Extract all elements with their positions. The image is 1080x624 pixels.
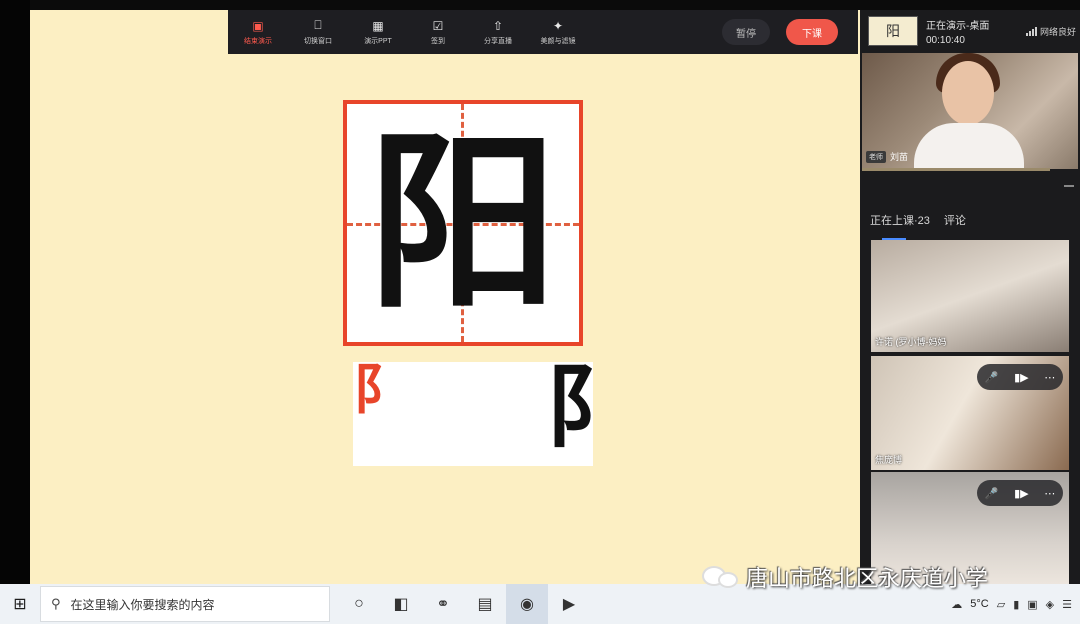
share-icon: ⇧	[492, 18, 504, 33]
main-character: 阳	[367, 111, 558, 334]
presenting-status: 阳 正在演示-桌面 00:10:40 网络良好	[868, 14, 1076, 48]
browser-icon[interactable]: ⚭	[422, 584, 464, 624]
share-live-button[interactable]: ⇧ 分享直播	[468, 19, 528, 46]
sparkle-icon: ✦	[552, 18, 564, 33]
radical-card: 阝 阝	[353, 357, 635, 466]
tab-comments[interactable]: 评论	[944, 212, 966, 234]
tab-in-class[interactable]: 正在上课·23	[870, 212, 930, 240]
student-video[interactable]: 许诺 (罗小博-妈妈	[871, 240, 1069, 352]
more-icon[interactable]: ⋯	[1044, 371, 1055, 384]
live-toolbar: ▣ 结束演示 ⎕ 切换窗口 ▦ 演示PPT ☑ 签到 ⇧ 分享直播 ✦ 美颜与滤…	[228, 10, 858, 54]
more-icon[interactable]: ⋯	[1044, 487, 1055, 500]
temperature: 5°C	[970, 598, 989, 610]
task-view-icon[interactable]: ○	[338, 584, 380, 624]
teacher-tag: 老师 刘苗	[866, 150, 908, 163]
network-status: 网络良好	[1025, 25, 1076, 38]
student-controls: 🎤 ▮▶ ⋯	[977, 364, 1063, 390]
weather-icon[interactable]: ☁	[951, 598, 962, 611]
switch-window-icon: ⎕	[314, 18, 322, 32]
wifi-icon[interactable]: ☰	[1062, 598, 1072, 611]
present-ppt-button[interactable]: ▦ 演示PPT	[348, 19, 408, 46]
video-progress-strip	[862, 168, 1050, 171]
microphone-tray-icon[interactable]: ▮	[1013, 598, 1019, 611]
teacher-face	[942, 61, 994, 125]
live-timer: 00:10:40	[926, 34, 965, 46]
teacher-badge: 老师	[866, 150, 886, 163]
end-class-button[interactable]: 下课	[786, 19, 838, 45]
watermark-text: 唐山市路北区永庆道小学	[746, 567, 989, 592]
widgets-icon[interactable]: ◧	[380, 584, 422, 624]
student-name: 焦庞博	[875, 455, 903, 465]
switch-window-button[interactable]: ⎕ 切换窗口	[288, 18, 348, 46]
student-name: 许诺 (罗小博-妈妈	[875, 337, 947, 347]
student-controls: 🎤 ▮▶ ⋯	[977, 480, 1063, 506]
camera-icon[interactable]: ▮▶	[1014, 487, 1029, 500]
teacher-body	[914, 123, 1024, 169]
search-icon: ⚲	[51, 596, 61, 611]
system-tray: ☁ 5°C ▱ ▮ ▣ ◈ ☰	[951, 598, 1080, 611]
display-icon[interactable]: ▣	[1027, 598, 1037, 611]
video-app-icon[interactable]: ▶	[548, 584, 590, 624]
microphone-icon[interactable]: 🎤	[985, 487, 999, 500]
signal-icon	[1025, 26, 1037, 36]
wechat-logo-icon	[700, 564, 742, 590]
windows-start-icon[interactable]: ⊞	[0, 594, 40, 614]
desktop-thumbnail[interactable]: 阳	[868, 16, 918, 46]
radical-stroke-highlight: 阝	[353, 357, 407, 421]
character-card: 阳	[343, 100, 583, 346]
search-placeholder: 在这里输入你要搜索的内容	[70, 597, 215, 612]
student-video[interactable]: 🎤 ▮▶ ⋯ 焦庞博	[871, 356, 1069, 470]
screen-edge	[0, 0, 30, 584]
end-presentation-button[interactable]: ▣ 结束演示	[228, 19, 288, 46]
ppt-icon: ▦	[372, 18, 384, 33]
minimize-icon[interactable]	[1064, 185, 1074, 187]
screen-share-icon: ▣	[252, 18, 264, 33]
checkin-button[interactable]: ☑ 签到	[408, 19, 468, 46]
pause-button[interactable]: 暂停	[722, 19, 770, 45]
microphone-icon[interactable]: 🎤	[985, 371, 999, 384]
checkin-icon: ☑	[432, 18, 444, 33]
teacher-name: 刘苗	[890, 152, 909, 162]
panel-tabs: 正在上课·23 评论	[870, 212, 966, 240]
tray-app-icon[interactable]: ▱	[997, 598, 1005, 611]
wechat-icon[interactable]: ◉	[506, 584, 548, 624]
file-explorer-icon[interactable]: ▤	[464, 584, 506, 624]
taskbar-search[interactable]: ⚲ 在这里输入你要搜索的内容	[40, 586, 330, 622]
presenting-label: 正在演示-桌面	[926, 20, 990, 32]
radical-full: 阝	[545, 354, 635, 460]
camera-icon[interactable]: ▮▶	[1014, 371, 1029, 384]
teacher-video[interactable]: 老师 刘苗	[862, 53, 1078, 169]
wechat-watermark: 唐山市路北区永庆道小学	[700, 561, 988, 593]
security-icon[interactable]: ◈	[1046, 598, 1054, 611]
beauty-filter-button[interactable]: ✦ 美颜与滤镜	[528, 19, 588, 46]
